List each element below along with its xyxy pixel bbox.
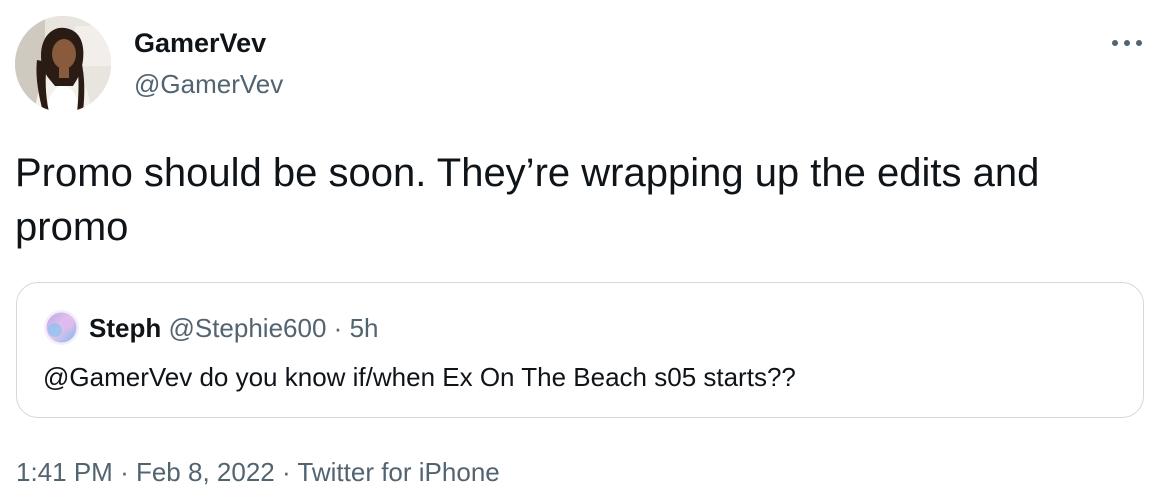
quoted-author-avatar-image <box>44 310 79 345</box>
tweet-card: GamerVev @GamerVev Promo should be soon.… <box>0 0 1175 502</box>
quoted-separator-dot: · <box>333 313 343 343</box>
meta-separator-dot: · <box>120 457 129 487</box>
quoted-author-name[interactable]: Steph <box>89 313 161 343</box>
author-avatar[interactable] <box>15 16 111 112</box>
tweet-meta: 1:41 PM · Feb 8, 2022 · Twitter for iPho… <box>16 455 500 489</box>
tweet-text: Promo should be soon. They’re wrapping u… <box>15 151 1040 249</box>
author-avatar-image <box>15 16 111 112</box>
quoted-tweet-age[interactable]: 5h <box>350 313 379 343</box>
quoted-tweet-text: @GamerVev do you know if/when Ex On The … <box>43 362 796 392</box>
quoted-author-avatar[interactable] <box>44 310 79 345</box>
meta-separator-dot: · <box>281 457 291 487</box>
quoted-tweet[interactable]: Steph @Stephie600 · 5h @GamerVev do you … <box>16 282 1144 418</box>
more-horizontal-icon <box>1112 40 1142 46</box>
quoted-tweet-header: Steph @Stephie600 · 5h <box>89 312 379 344</box>
more-options-button[interactable] <box>1105 28 1149 58</box>
tweet-date[interactable]: Feb 8, 2022 <box>136 457 275 487</box>
author-display-name[interactable]: GamerVev <box>134 27 266 59</box>
quoted-author-handle[interactable]: @Stephie600 <box>168 313 326 343</box>
tweet-time[interactable]: 1:41 PM <box>16 457 113 487</box>
author-handle[interactable]: @GamerVev <box>134 68 283 100</box>
tweet-client[interactable]: Twitter for iPhone <box>297 457 499 487</box>
